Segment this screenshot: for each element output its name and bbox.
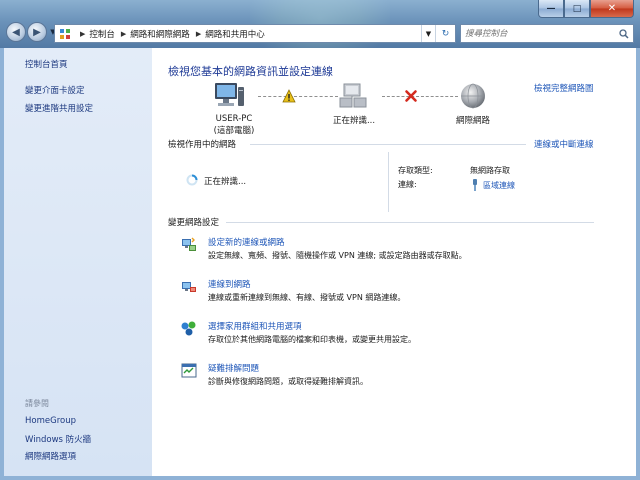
connect-network-icon xyxy=(182,282,196,292)
access-type-value: 無網路存取 xyxy=(470,166,510,175)
homegroup-sharing-description: 存取位於其他網路電腦的檔案和印表機，或變更共用設定。 xyxy=(208,335,416,344)
homegroup-icon xyxy=(181,321,196,336)
caption-buttons: — □ ✕ xyxy=(538,0,634,18)
unknown-network-icon[interactable] xyxy=(336,80,370,112)
address-history-dropdown[interactable]: ▼ xyxy=(421,25,435,42)
breadcrumb-control-panel[interactable]: 控制台 xyxy=(89,28,115,40)
connection-label: 連線: xyxy=(398,180,417,189)
troubleshoot-problems-description: 診斷與修復網路問題，或取得疑難排解資訊。 xyxy=(208,377,368,386)
new-connection-icon xyxy=(182,237,196,251)
identifying-network-label: 正在辨識... xyxy=(332,116,376,126)
connection-value: 區域連線 xyxy=(470,179,515,191)
connect-to-network-link[interactable]: 連線到網路 xyxy=(208,278,251,290)
internet-globe-icon[interactable] xyxy=(456,80,490,112)
section-divider xyxy=(250,144,526,145)
address-bar-controls: ▼ ↻ xyxy=(421,25,455,42)
sidebar-homegroup[interactable]: HomeGroup xyxy=(25,416,76,426)
refresh-icon: ↻ xyxy=(441,28,450,39)
sidebar-control-panel-home[interactable]: 控制台首頁 xyxy=(25,58,68,70)
troubleshoot-icon xyxy=(181,363,197,378)
connection-line xyxy=(382,96,458,97)
section-divider xyxy=(226,222,594,223)
setup-new-connection-link[interactable]: 設定新的連線或網路 xyxy=(208,236,285,248)
connection-line xyxy=(258,96,338,97)
breadcrumb-network-sharing-center[interactable]: 網路和共用中心 xyxy=(205,28,265,40)
back-arrow-icon: ◀ xyxy=(12,26,20,38)
close-button[interactable]: ✕ xyxy=(590,0,634,18)
maximize-button[interactable]: □ xyxy=(564,0,590,18)
network-cable-icon xyxy=(473,179,477,191)
computer-sub-label: (這部電腦) xyxy=(213,126,255,136)
active-networks-heading: 檢視作用中的網路 xyxy=(168,140,237,150)
panel-divider xyxy=(388,152,389,212)
network-sharing-center-window: — □ ✕ ◀ ▶ ▼ ▶ 控制台 ▶ 網路和網際網路 ▶ 網路和共用中心 ▼ … xyxy=(0,0,640,480)
refresh-button[interactable]: ↻ xyxy=(435,25,455,42)
sidebar-change-adapter-settings[interactable]: 變更介面卡設定 xyxy=(25,84,85,96)
control-panel-icon xyxy=(58,27,72,41)
homegroup-sharing-link[interactable]: 選擇家用群組和共用選項 xyxy=(208,320,302,332)
error-x-icon[interactable] xyxy=(404,89,418,103)
sidebar-internet-options[interactable]: 網際網路選項 xyxy=(25,450,76,462)
troubleshoot-problems-link[interactable]: 疑難排解問題 xyxy=(208,362,259,374)
task-sidebar: 控制台首頁 變更介面卡設定 變更進階共用設定 請參閱 HomeGroup Win… xyxy=(4,48,152,476)
breadcrumb-separator[interactable]: ▶ xyxy=(121,30,126,38)
back-button[interactable]: ◀ xyxy=(6,22,26,42)
internet-label: 網際網路 xyxy=(455,116,490,126)
search-input[interactable] xyxy=(461,25,615,42)
warning-icon[interactable] xyxy=(282,89,296,103)
address-bar[interactable]: ▶ 控制台 ▶ 網路和網際網路 ▶ 網路和共用中心 ▼ ↻ xyxy=(54,24,456,43)
forward-button[interactable]: ▶ xyxy=(27,22,47,42)
window-frame-bottom xyxy=(0,476,640,480)
main-content: 檢視您基本的網路資訊並設定連線 檢視完整網路圖 USER-PC (這部電腦) 正… xyxy=(152,48,636,476)
title-bar[interactable]: — □ ✕ ◀ ▶ ▼ ▶ 控制台 ▶ 網路和網際網路 ▶ 網路和共用中心 ▼ … xyxy=(0,0,640,48)
sidebar-change-advanced-sharing[interactable]: 變更進階共用設定 xyxy=(25,102,93,114)
breadcrumb-network-internet[interactable]: 網路和網際網路 xyxy=(130,28,190,40)
computer-icon[interactable] xyxy=(212,80,246,112)
setup-new-connection-description: 設定無線、寬頻、撥號、隨機操作或 VPN 連線; 或設定路由器或存取點。 xyxy=(208,251,467,260)
sidebar-windows-firewall[interactable]: Windows 防火牆 xyxy=(25,433,91,445)
connect-to-network-description: 連線或重新連線到無線、有線、撥號或 VPN 網路連線。 xyxy=(208,293,406,302)
window-frame-right xyxy=(636,48,640,480)
access-type-label: 存取類型: xyxy=(398,166,433,175)
network-status-text: 正在辨識... xyxy=(204,177,247,187)
breadcrumb-separator[interactable]: ▶ xyxy=(80,30,85,38)
active-network-panel: 正在辨識... 存取類型: 無網路存取 連線: 區域連線 xyxy=(168,152,596,212)
search-icon[interactable] xyxy=(615,28,633,39)
navigation-buttons: ◀ ▶ ▼ xyxy=(6,22,58,42)
breadcrumb-separator[interactable]: ▶ xyxy=(196,30,201,38)
chevron-down-icon: ▼ xyxy=(425,29,432,38)
see-also-caption: 請參閱 xyxy=(25,399,49,408)
computer-name-label: USER-PC xyxy=(215,114,253,124)
minimize-button[interactable]: — xyxy=(538,0,564,18)
busy-spinner-icon xyxy=(186,174,198,186)
search-box[interactable] xyxy=(460,24,634,43)
forward-arrow-icon: ▶ xyxy=(33,26,41,38)
local-area-connection-link[interactable]: 區域連線 xyxy=(483,180,515,191)
connect-disconnect-link[interactable]: 連線或中斷連線 xyxy=(534,138,594,150)
change-settings-heading: 變更網路設定 xyxy=(168,218,220,228)
